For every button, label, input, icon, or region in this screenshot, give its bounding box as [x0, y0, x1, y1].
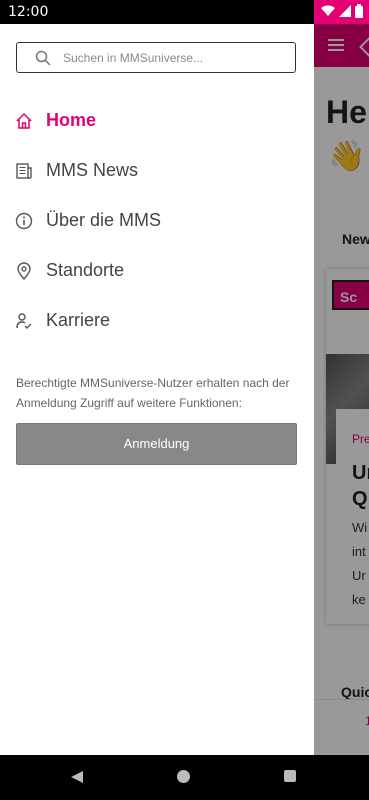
search-icon [35, 50, 51, 66]
navigation-drawer: Suchen in MMSuniverse... Home MMS News Ü… [0, 24, 314, 755]
battery-icon [355, 4, 363, 18]
info-icon [15, 212, 33, 230]
menu-item-karriere[interactable]: Karriere [0, 301, 314, 341]
wifi-icon [321, 5, 335, 16]
status-time: 12:00 [8, 4, 49, 20]
status-bar: 12:00 [0, 0, 369, 24]
system-navigation-bar [0, 755, 369, 800]
search-placeholder: Suchen in MMSuniverse... [63, 51, 204, 65]
search-input[interactable]: Suchen in MMSuniverse... [16, 42, 296, 73]
menu-item-home[interactable]: Home [0, 101, 314, 141]
menu-item-label: Home [46, 110, 97, 130]
back-icon[interactable] [70, 770, 84, 784]
status-icons [321, 4, 363, 18]
login-button[interactable]: Anmeldung [16, 423, 297, 465]
signal-icon [339, 5, 351, 17]
menu-item-ueber-die-mms[interactable]: Über die MMS [0, 201, 314, 241]
menu-item-label: Standorte [46, 260, 125, 280]
menu-item-standorte[interactable]: Standorte [0, 251, 314, 291]
home-button-icon[interactable] [177, 770, 190, 783]
newspaper-icon [16, 163, 32, 179]
menu-item-mms-news[interactable]: MMS News [0, 151, 314, 191]
login-info-text: Berechtigte MMSuniverse-Nutzer erhalten … [16, 376, 290, 410]
home-icon [16, 112, 32, 129]
location-pin-icon [17, 262, 31, 280]
menu-item-label: Über die MMS [46, 210, 162, 230]
menu-item-label: MMS News [46, 160, 139, 180]
recents-icon[interactable] [284, 770, 296, 782]
career-icon [16, 313, 32, 329]
menu-item-label: Karriere [46, 310, 111, 330]
